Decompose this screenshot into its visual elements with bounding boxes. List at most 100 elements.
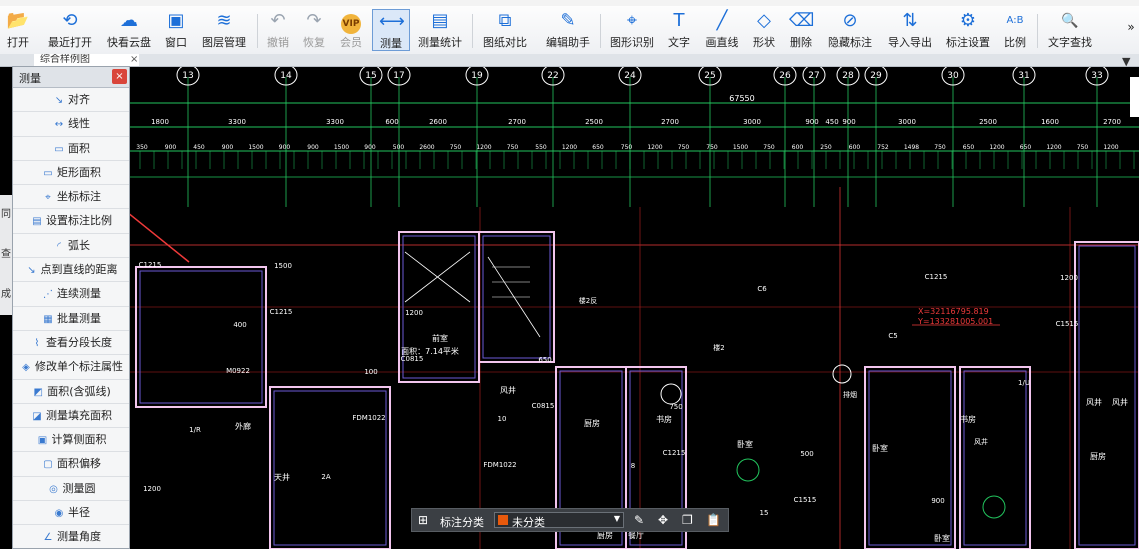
close-icon[interactable]: × xyxy=(112,69,127,84)
axis-label: 26 xyxy=(779,71,791,81)
cad-drawing: 13 14 15 17 19 22 24 25 26 27 28 29 30 31 33 67550 1800 3… xyxy=(0,67,1139,549)
panel-item-radius[interactable]: ◉ 半径 xyxy=(13,501,129,526)
wall-inner xyxy=(1078,245,1136,546)
panel-item-label: 矩形面积 xyxy=(57,165,101,179)
shape-button[interactable]: ◇ 形状 xyxy=(750,9,778,51)
dimension-value: 650 xyxy=(1020,144,1032,151)
cad-label: 楼2反 xyxy=(579,296,597,305)
axis-label: 15 xyxy=(365,71,376,81)
cad-label: 1500 xyxy=(274,262,292,270)
layers-button[interactable]: ≋ 图层管理 xyxy=(199,9,249,51)
edit-icon[interactable]: ✎ xyxy=(634,513,644,527)
dimension-value: 1800 xyxy=(151,118,169,126)
hide-annotation-icon: ⊘ xyxy=(842,10,858,31)
continuous-icon: ⋰ xyxy=(43,289,53,301)
shape-recognize-button[interactable]: ⌖ 图形识别 xyxy=(607,9,657,51)
cad-label: 1200 xyxy=(1060,274,1078,282)
dimension-value: 500 xyxy=(393,144,405,151)
recent-label: 最近打开 xyxy=(48,36,92,49)
move-icon[interactable]: ✥ xyxy=(658,513,668,527)
room-label: 风井 xyxy=(1086,397,1102,407)
vip-button[interactable]: VIP 会员 xyxy=(337,9,365,51)
edit-assistant-label: 编辑助手 xyxy=(546,36,590,49)
close-tab-icon[interactable]: × xyxy=(130,54,138,66)
dimension-value: 900 xyxy=(307,144,319,151)
panel-item-rect-area[interactable]: ▭ 矩形面积 xyxy=(13,161,129,186)
cad-label: 100 xyxy=(364,368,377,376)
cad-label: C1215 xyxy=(270,308,293,316)
panel-item-angle[interactable]: ∠ 测量角度 xyxy=(13,525,129,548)
hide-annotation-button[interactable]: ⊘ 隐藏标注 xyxy=(824,9,876,51)
cad-label: C5 xyxy=(888,332,897,340)
open-button[interactable]: 📂 打开 xyxy=(4,9,32,51)
compare-button[interactable]: ⧉ 图纸对比 xyxy=(480,9,530,51)
panel-item-align[interactable]: ↘ 对齐 xyxy=(13,88,129,113)
category-select[interactable]: 未分类 ▼ xyxy=(494,512,624,529)
panel-item-arc[interactable]: ◜ 弧长 xyxy=(13,234,129,259)
cad-label: FDM1022 xyxy=(483,461,516,469)
room-label: 卧室 xyxy=(934,533,950,543)
panel-item-linear[interactable]: ↔ 线性 xyxy=(13,112,129,137)
main-toolbar: 📂 打开 ⟲ 最近打开 ☁ 快看云盘 ▣ 窗口 ≋ 图层管理 ↶ 撤销 ↷ 恢复 VIP 会员 … xyxy=(0,6,1139,55)
copy-icon[interactable]: ❐ xyxy=(682,513,693,527)
delete-button[interactable]: ⌫ 删除 xyxy=(787,9,815,51)
panel-item-side-area[interactable]: ▣ 计算侧面积 xyxy=(13,428,129,453)
shape-label: 形状 xyxy=(753,36,775,49)
dimension-value: 1200 xyxy=(562,144,577,151)
import-export-icon: ⇅ xyxy=(902,10,918,31)
panel-item-coordinate[interactable]: ⌖ 坐标标注 xyxy=(13,185,129,210)
axis-label: 27 xyxy=(808,71,819,81)
layers-icon: ≋ xyxy=(216,10,232,31)
left-strip-label: 成 xyxy=(1,289,11,300)
panel-item-circle[interactable]: ◎ 测量圆 xyxy=(13,477,129,502)
cloud-button[interactable]: ☁ 快看云盘 xyxy=(103,9,155,51)
panel-item-edit-props[interactable]: ◈ 修改单个标注属性 xyxy=(13,355,129,380)
panel-item-batch[interactable]: ▦ 批量测量 xyxy=(13,307,129,331)
annotation-settings-button[interactable]: ⚙ 标注设置 xyxy=(943,9,993,51)
wall xyxy=(864,366,956,549)
line-button[interactable]: ╱ 画直线 xyxy=(702,9,742,51)
text-label: 文字 xyxy=(668,36,690,49)
panel-item-segment[interactable]: ⌇ 查看分段长度 xyxy=(13,331,129,356)
drawing-canvas[interactable]: 13 14 15 17 19 22 24 25 26 27 28 29 30 31 33 67550 1800 3… xyxy=(0,67,1139,549)
panel-item-area[interactable]: ▭ 面积 xyxy=(13,137,129,161)
measure-label: 测量 xyxy=(380,37,402,50)
measure-button[interactable]: ⟷ 测量 xyxy=(372,9,410,51)
text-search-label: 文字查找 xyxy=(1048,36,1092,49)
recent-button[interactable]: ⟲ 最近打开 xyxy=(44,9,96,51)
dimension-value: 900 xyxy=(805,118,818,126)
cad-label: 900 xyxy=(931,497,944,505)
dimension-value: 900 xyxy=(842,118,855,126)
text-button[interactable]: T 文字 xyxy=(665,9,693,51)
text-search-button[interactable]: 🔍 文字查找 xyxy=(1044,9,1096,51)
panel-item-set-scale[interactable]: ▤ 设置标注比例 xyxy=(13,209,129,234)
dimension-value: 450 xyxy=(193,144,205,151)
total-dimension: 67550 xyxy=(729,94,754,103)
dimension-value: 600 xyxy=(792,144,804,151)
panel-item-area-offset[interactable]: ▢ 面积偏移 xyxy=(13,452,129,477)
axis-label: 28 xyxy=(842,71,854,81)
document-tab[interactable]: 综合样例图 xyxy=(34,54,139,66)
grid-icon[interactable]: ⊞ xyxy=(418,513,428,527)
dimension-value: 1200 xyxy=(647,144,662,151)
panel-item-label: 点到直线的距离 xyxy=(40,263,118,277)
panel-item-continuous[interactable]: ⋰ 连续测量 xyxy=(13,282,129,307)
undo-button[interactable]: ↶ 撤销 xyxy=(264,9,292,51)
window-button[interactable]: ▣ 窗口 xyxy=(162,9,190,51)
cad-label: 15 xyxy=(760,509,769,517)
dimension-value: 750 xyxy=(621,144,633,151)
measure-stats-button[interactable]: ▤ 测量统计 xyxy=(415,9,465,51)
paste-icon[interactable]: 📋 xyxy=(706,513,721,527)
panel-item-arc-area[interactable]: ◩ 面积(含弧线) xyxy=(13,380,129,404)
panel-item-fill-area[interactable]: ◪ 测量填充面积 xyxy=(13,404,129,429)
import-export-button[interactable]: ⇅ 导入导出 xyxy=(884,9,936,51)
cad-label: 650 xyxy=(538,356,551,364)
dimension-value: 3300 xyxy=(326,118,344,126)
dimension-value: 350 xyxy=(136,144,148,151)
wall xyxy=(1074,241,1139,549)
edit-assistant-button[interactable]: ✎ 编辑助手 xyxy=(543,9,593,51)
redo-button[interactable]: ↷ 恢复 xyxy=(300,9,328,51)
panel-item-point-line[interactable]: ↘ 点到直线的距离 xyxy=(13,258,129,283)
scale-button[interactable]: A:B 比例 xyxy=(1001,9,1029,51)
dimension-value: 1498 xyxy=(904,144,919,151)
